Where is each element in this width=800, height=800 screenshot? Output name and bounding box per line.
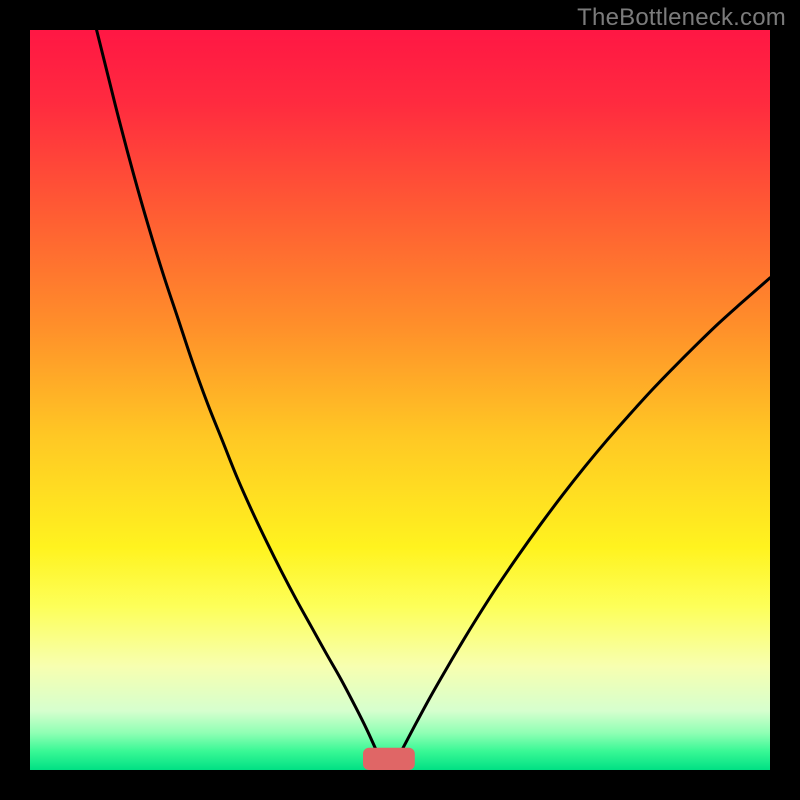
gradient-background bbox=[30, 30, 770, 770]
chart-frame: TheBottleneck.com bbox=[0, 0, 800, 800]
optimum-marker bbox=[363, 748, 415, 770]
chart-svg bbox=[30, 30, 770, 770]
watermark-text: TheBottleneck.com bbox=[577, 4, 786, 32]
plot-area bbox=[30, 30, 770, 770]
